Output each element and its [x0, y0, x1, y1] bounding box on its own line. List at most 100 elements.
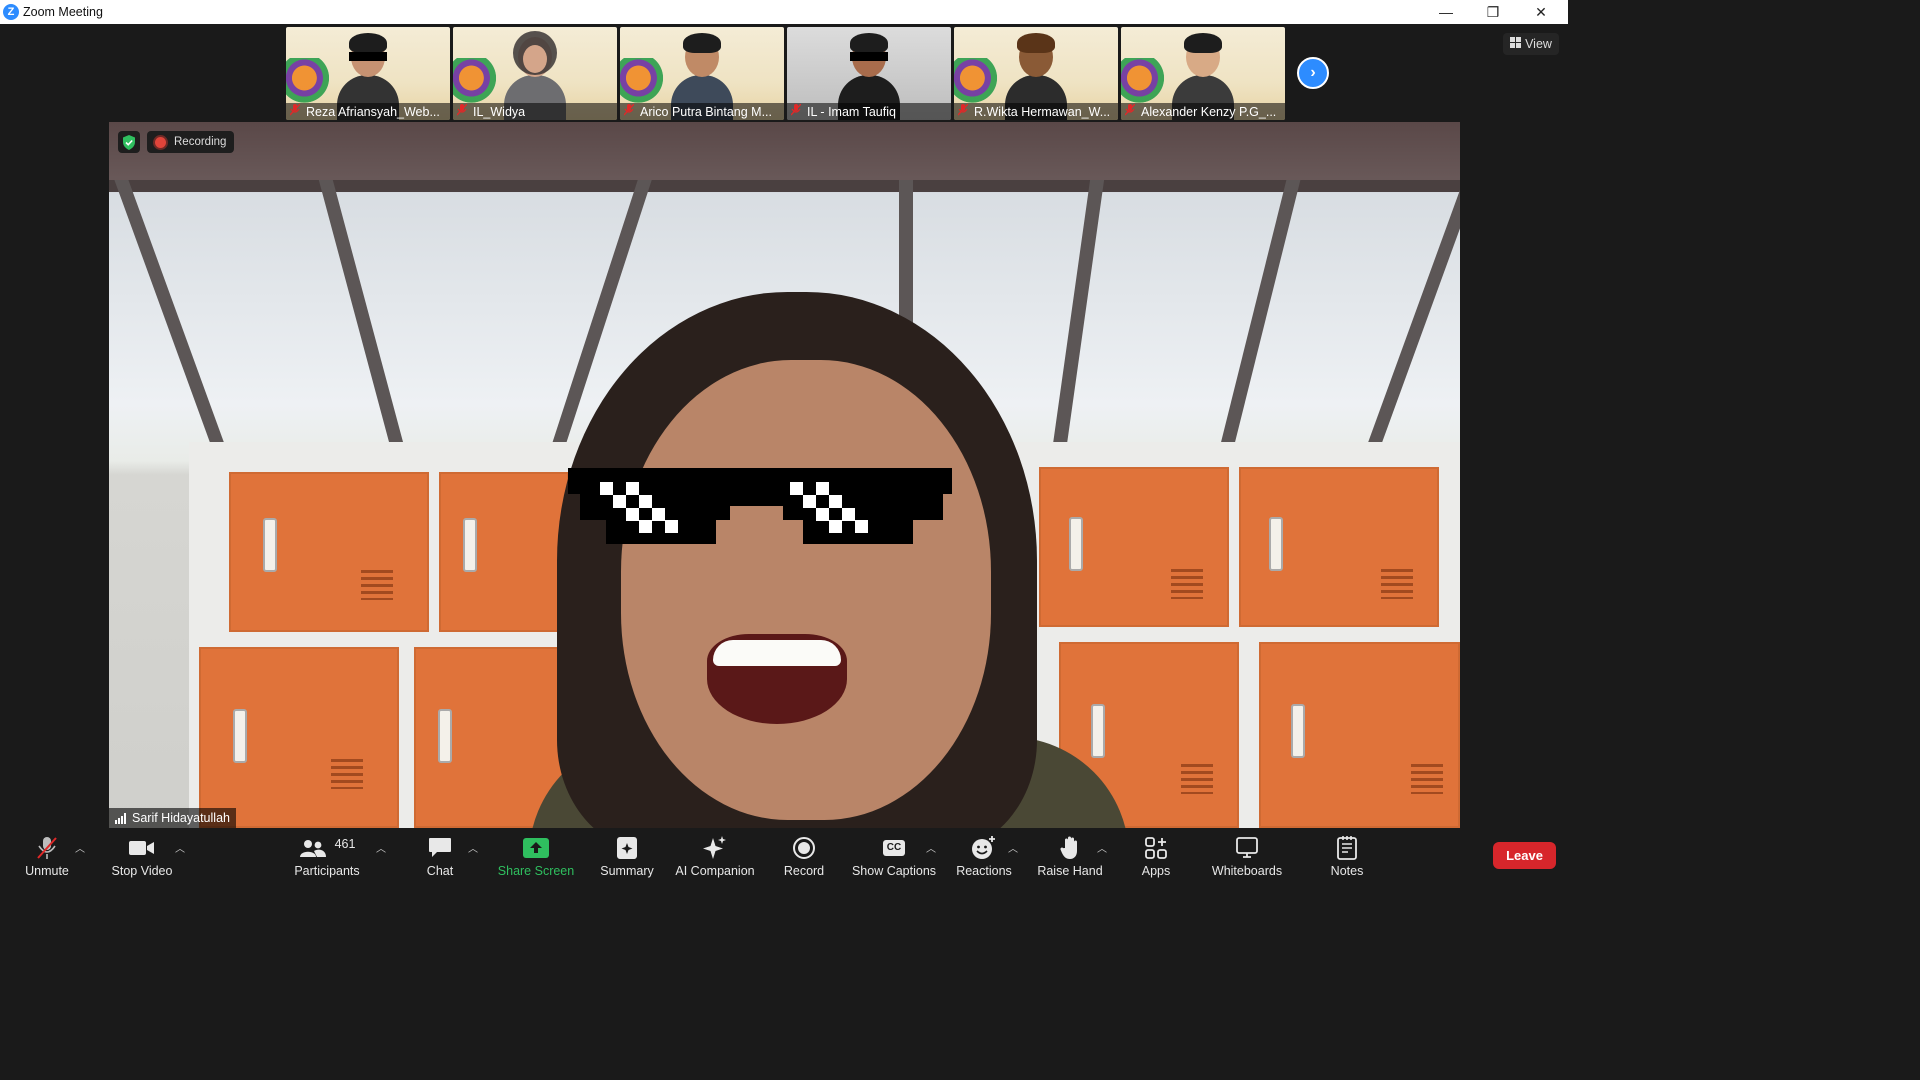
meeting-controls-toolbar: Unmute ︿ Stop Video ︿ 461 Participants ︿…: [0, 830, 1568, 882]
participant-tile[interactable]: Reza Afriansyah_Web...: [286, 27, 450, 120]
chat-bubble-icon: [428, 834, 452, 862]
notes-label: Notes: [1330, 864, 1364, 878]
minimize-button[interactable]: —: [1423, 0, 1469, 24]
whiteboards-label: Whiteboards: [1211, 864, 1283, 878]
unmute-button[interactable]: Unmute: [17, 830, 77, 882]
pixel-glasses-filter: [850, 52, 888, 61]
view-button[interactable]: View: [1503, 33, 1559, 55]
apps-label: Apps: [1141, 864, 1171, 878]
pixel-glasses-filter: [349, 52, 387, 61]
muted-mic-icon: [1124, 103, 1136, 119]
raise-hand-button[interactable]: Raise Hand: [1036, 830, 1104, 882]
event-banner-art: [453, 58, 499, 108]
video-camera-icon: [129, 834, 155, 862]
speaker-name: Sarif Hidayatullah: [132, 811, 230, 825]
participants-button[interactable]: 461 Participants: [288, 830, 366, 882]
raise-hand-options-chevron-icon[interactable]: ︿: [1097, 840, 1107, 855]
muted-mic-icon: [957, 103, 969, 119]
reactions-label: Reactions: [956, 864, 1012, 878]
closed-captions-icon: CC: [882, 834, 906, 862]
smiley-plus-icon: [971, 834, 997, 862]
recording-label: Recording: [174, 136, 227, 148]
raise-hand-label: Raise Hand: [1037, 864, 1103, 878]
raise-hand-icon: [1060, 834, 1080, 862]
participants-label: Participants: [294, 864, 360, 878]
view-label: View: [1525, 37, 1552, 51]
pixel-sunglasses-filter: [568, 468, 952, 544]
muted-mic-icon: [790, 103, 802, 119]
reactions-button[interactable]: Reactions: [954, 830, 1014, 882]
participant-name: R.Wikta Hermawan_W...: [974, 104, 1111, 119]
speaker-name-label: Sarif Hidayatullah: [109, 808, 236, 828]
share-screen-button[interactable]: Share Screen: [496, 830, 576, 882]
participant-tile[interactable]: Arico Putra Bintang M...: [620, 27, 784, 120]
participants-count: 461: [334, 837, 356, 851]
participant-gallery-strip: Reza Afriansyah_Web... IL_Widya Arico Pu…: [286, 27, 1285, 120]
active-speaker-video[interactable]: [109, 122, 1460, 828]
video-options-chevron-icon[interactable]: ︿: [175, 840, 185, 855]
participants-options-chevron-icon[interactable]: ︿: [376, 840, 386, 855]
chat-button[interactable]: Chat: [420, 830, 460, 882]
show-captions-label: Show Captions: [851, 864, 937, 878]
captions-options-chevron-icon[interactable]: ︿: [926, 840, 936, 855]
chat-options-chevron-icon[interactable]: ︿: [468, 840, 478, 855]
participant-name-bar: IL - Imam Taufiq: [787, 103, 951, 120]
close-button[interactable]: ✕: [1518, 0, 1564, 24]
notes-button[interactable]: Notes: [1324, 830, 1370, 882]
ai-companion-button[interactable]: AI Companion: [673, 830, 757, 882]
whiteboard-icon: [1235, 834, 1259, 862]
show-captions-button[interactable]: CC Show Captions: [850, 830, 938, 882]
title-bar: Z Zoom Meeting — ❐ ✕: [0, 0, 1568, 24]
audio-options-chevron-icon[interactable]: ︿: [75, 840, 85, 855]
summary-label: Summary: [600, 864, 654, 878]
apps-icon: [1145, 834, 1167, 862]
summary-button[interactable]: Summary: [596, 830, 658, 882]
participant-tile[interactable]: Alexander Kenzy P.G_...: [1121, 27, 1285, 120]
participant-name: IL_Widya: [473, 104, 526, 119]
share-screen-icon: [523, 834, 549, 862]
reactions-options-chevron-icon[interactable]: ︿: [1008, 840, 1018, 855]
record-label: Record: [783, 864, 825, 878]
next-page-button[interactable]: ›: [1297, 57, 1329, 89]
record-icon: [792, 834, 816, 862]
participant-name-bar: Reza Afriansyah_Web...: [286, 103, 450, 120]
grid-view-icon: [1510, 37, 1522, 51]
whiteboards-button[interactable]: Whiteboards: [1208, 830, 1286, 882]
share-screen-label: Share Screen: [497, 864, 575, 878]
speaker-mouth: [707, 634, 847, 724]
zoom-logo-icon: Z: [3, 4, 19, 20]
muted-mic-icon: [623, 103, 635, 119]
apps-button[interactable]: Apps: [1134, 830, 1178, 882]
event-banner-art: [620, 58, 666, 108]
speaker-face: [621, 360, 991, 820]
muted-mic-icon: [36, 834, 58, 862]
event-banner-art: [1121, 58, 1167, 108]
participant-name: IL - Imam Taufiq: [807, 104, 896, 119]
participant-tile[interactable]: IL_Widya: [453, 27, 617, 120]
participant-name: Alexander Kenzy P.G_...: [1141, 104, 1277, 119]
participant-name-bar: Arico Putra Bintang M...: [620, 103, 784, 120]
muted-mic-icon: [456, 103, 468, 119]
leave-button[interactable]: Leave: [1493, 842, 1556, 869]
window-title: Zoom Meeting: [23, 5, 103, 19]
participant-name-bar: R.Wikta Hermawan_W...: [954, 103, 1118, 120]
stop-video-button[interactable]: Stop Video: [106, 830, 178, 882]
unmute-label: Unmute: [25, 864, 69, 878]
stop-video-label: Stop Video: [111, 864, 173, 878]
participants-icon: 461: [299, 834, 356, 862]
signal-strength-icon: [115, 812, 126, 824]
summary-document-icon: [616, 834, 638, 862]
ai-sparkle-icon: [702, 834, 728, 862]
ai-companion-label: AI Companion: [675, 864, 755, 878]
participant-tile[interactable]: IL - Imam Taufiq: [787, 27, 951, 120]
event-banner-art: [954, 58, 1000, 108]
muted-mic-icon: [289, 103, 301, 119]
participant-name-bar: IL_Widya: [453, 103, 617, 120]
recording-indicator[interactable]: Recording: [147, 131, 235, 153]
chat-label: Chat: [426, 864, 454, 878]
record-button[interactable]: Record: [781, 830, 827, 882]
encryption-shield-icon[interactable]: [118, 131, 140, 153]
notes-icon: [1337, 834, 1357, 862]
participant-tile[interactable]: R.Wikta Hermawan_W...: [954, 27, 1118, 120]
restore-button[interactable]: ❐: [1470, 0, 1516, 24]
